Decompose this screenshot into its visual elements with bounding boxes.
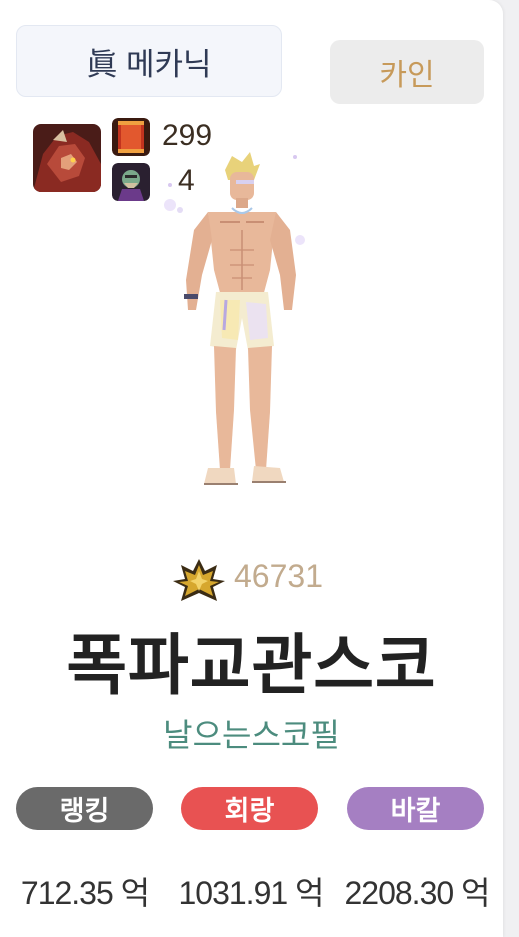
job-label[interactable]: 眞 메카닉 xyxy=(16,25,282,97)
bakal-amount: 2208.30 억 xyxy=(344,875,490,911)
portrait-icon xyxy=(112,163,150,201)
corridor-pill[interactable]: 회랑 xyxy=(181,787,318,830)
gold-emblem-icon xyxy=(173,557,225,603)
class-portrait-icon xyxy=(33,124,101,192)
red-scroll-icon xyxy=(112,118,150,156)
server-label[interactable]: 카인 xyxy=(330,40,484,104)
character-name: 폭파교관스코 xyxy=(66,628,437,702)
fame-value: 46731 xyxy=(234,558,323,594)
character-sprite xyxy=(150,150,330,510)
corridor-amount: 1031.91 억 xyxy=(178,875,324,911)
ranking-pill[interactable]: 랭킹 xyxy=(16,787,153,830)
character-card: 眞 메카닉 카인 299 4 46731 폭파교관스코 날으는스코필 랭킹 회랑… xyxy=(0,0,503,937)
stat-value: 299 xyxy=(162,119,213,152)
bakal-pill[interactable]: 바칼 xyxy=(347,787,484,830)
guild-name[interactable]: 날으는스코필 xyxy=(0,710,503,756)
ranking-amount: 712.35 억 xyxy=(20,875,150,911)
